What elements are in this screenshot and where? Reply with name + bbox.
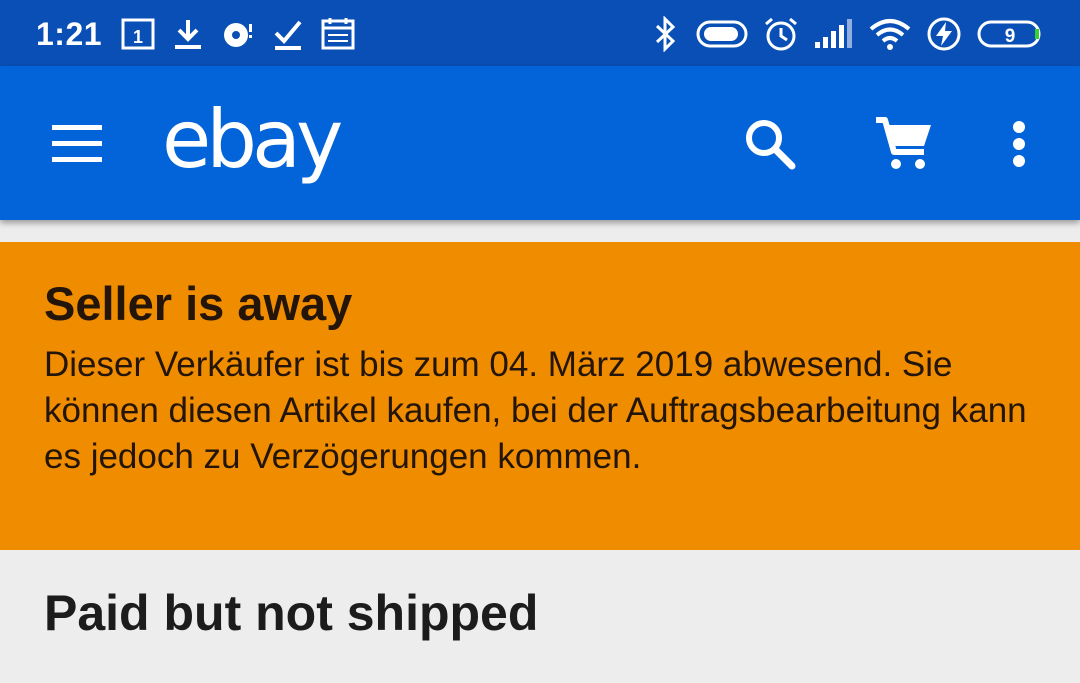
bluetooth-icon [650, 16, 682, 52]
more-vertical-icon [1013, 121, 1025, 167]
calendar-day: 1 [133, 27, 143, 47]
overflow-menu-button[interactable] [984, 108, 1054, 178]
cart-icon [876, 117, 931, 169]
order-status-heading: Paid but not shipped [44, 585, 539, 641]
battery-icon: 9 [976, 16, 1046, 52]
banner-message: Dieser Verkäufer ist bis zum 04. März 20… [44, 345, 1027, 476]
hamburger-menu-icon [52, 125, 102, 162]
search-button[interactable] [734, 108, 804, 178]
alarm-icon [762, 16, 800, 52]
wifi-icon [868, 16, 912, 52]
app-bar: ebay [0, 66, 1080, 220]
seller-away-banner: Seller is away Dieser Verkäufer ist bis … [0, 242, 1080, 550]
planner-icon [320, 16, 356, 52]
calendar-icon: 1 [120, 16, 156, 52]
status-time: 1:21 [36, 16, 103, 52]
search-icon [746, 120, 796, 170]
signal-icon [814, 16, 854, 52]
ebay-logo[interactable]: ebay [162, 92, 343, 188]
status-bar: 1:21 1 9 [0, 0, 1080, 66]
sync-icon [220, 16, 256, 52]
charging-icon [926, 16, 962, 52]
cart-button[interactable] [868, 108, 938, 178]
checklist-icon [272, 16, 304, 52]
banner-title: Seller is away [44, 277, 353, 330]
download-icon [172, 16, 204, 52]
menu-button[interactable] [44, 112, 110, 174]
toggle-icon [696, 16, 748, 52]
battery-level: 9 [1005, 26, 1016, 47]
